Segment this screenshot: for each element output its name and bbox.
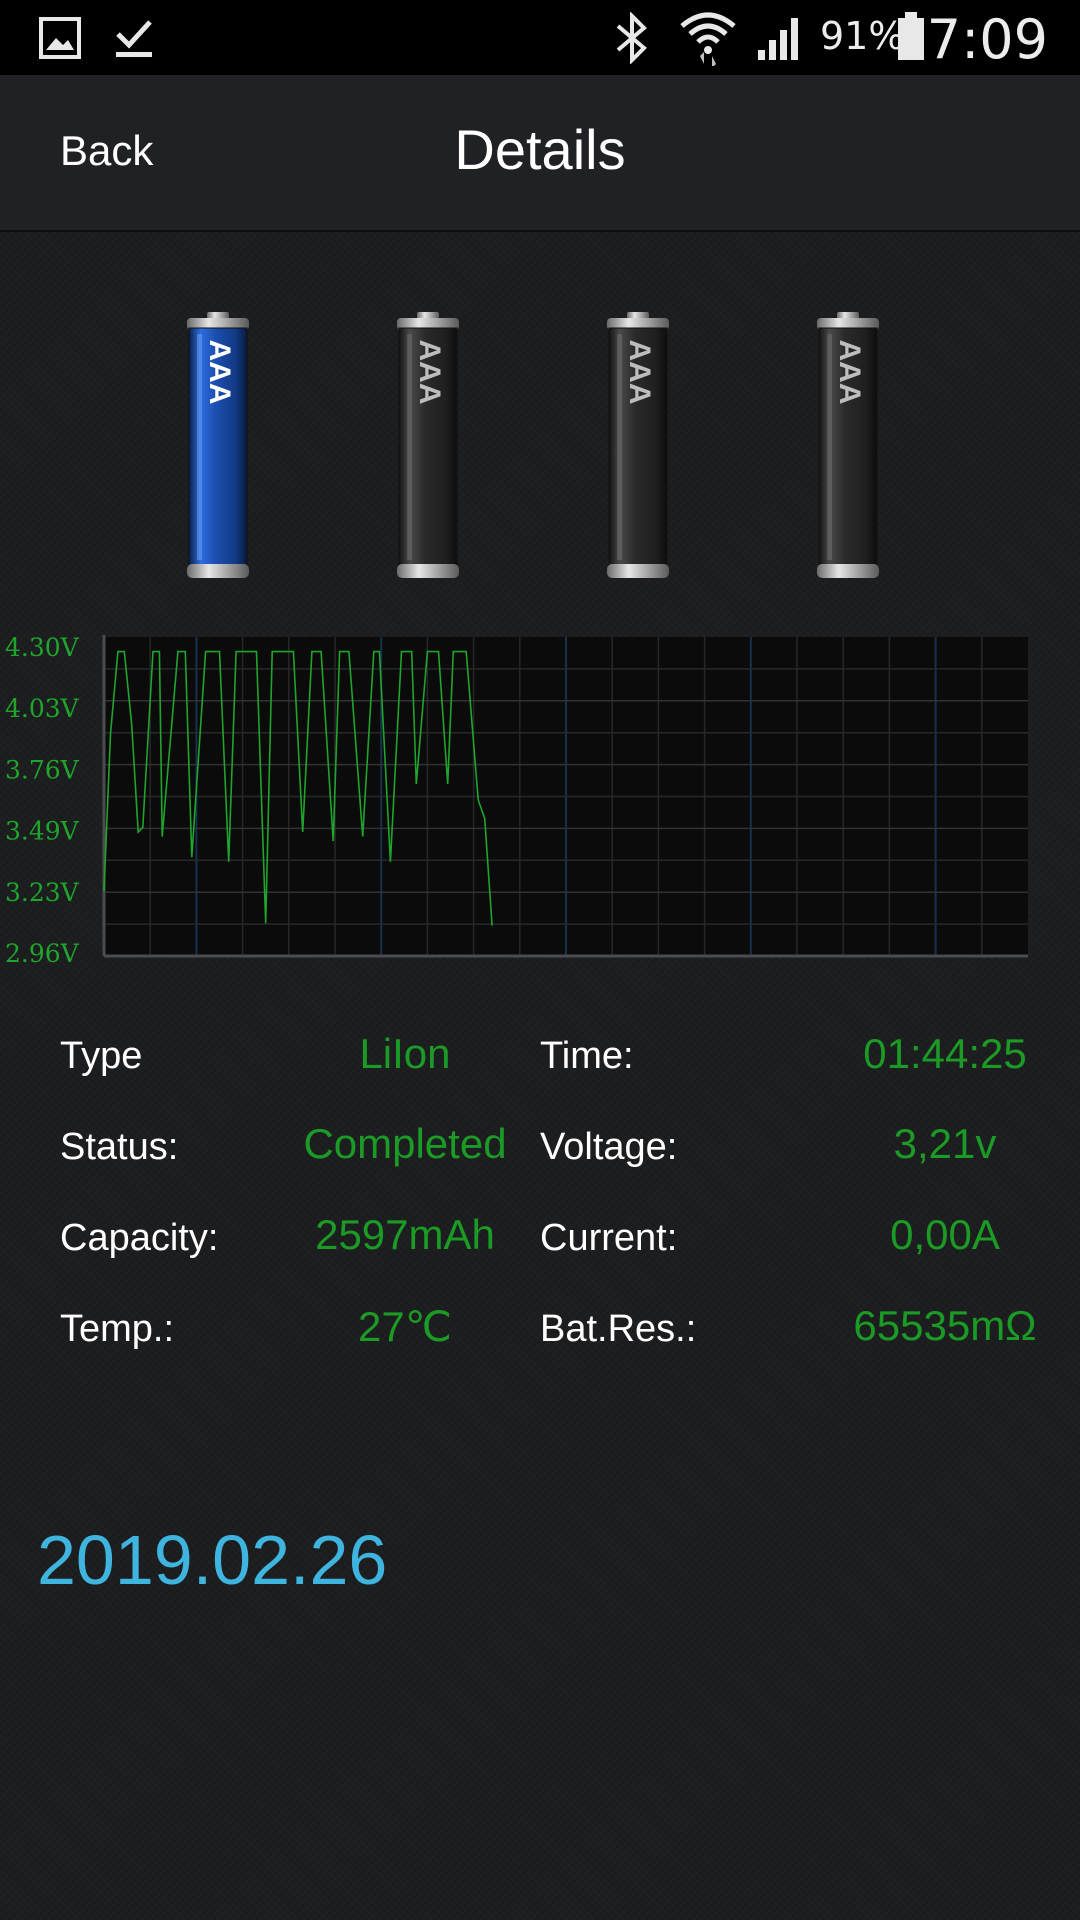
capacity-label: Capacity: <box>60 1217 219 1259</box>
battery-size-label: AAA <box>833 340 866 405</box>
chart-y-tick-label: 3.23V <box>5 878 80 907</box>
battery-slot-2[interactable]: AAA <box>393 312 463 584</box>
temp-label: Temp.: <box>60 1308 175 1350</box>
temp-value: 27℃ <box>358 1303 452 1350</box>
type-value: LiIon <box>359 1030 451 1077</box>
battery-size-label: AAA <box>623 340 656 405</box>
battery-slot-1[interactable]: AAA <box>183 312 253 584</box>
battery-icon: AAA <box>817 312 879 578</box>
status-bar: 91% 7:09 <box>0 0 1080 75</box>
bluetooth-icon <box>616 12 647 64</box>
current-value: 0,00A <box>890 1211 1000 1258</box>
chart-y-tick-label: 2.96V <box>5 939 80 968</box>
voltage-chart: 4.30V 4.03V 3.76V 3.49V 3.23V 2.96V <box>5 633 1028 968</box>
type-label: Type <box>60 1035 143 1077</box>
signal-icon <box>758 18 798 60</box>
battery-size-label: AAA <box>203 340 236 405</box>
time-label: Time: <box>540 1035 634 1077</box>
battery-slot-4[interactable]: AAA <box>813 312 883 584</box>
battery-icon <box>898 12 924 60</box>
current-label: Current: <box>540 1217 678 1259</box>
status-value: Completed <box>303 1120 507 1167</box>
chart-y-tick-label: 4.30V <box>5 633 80 662</box>
download-done-icon <box>116 20 152 57</box>
gallery-icon <box>39 17 81 59</box>
voltage-label: Voltage: <box>540 1126 678 1168</box>
battery-icon: AAA <box>607 312 669 578</box>
battery-icon: AAA <box>397 312 459 578</box>
battery-percent: 91% <box>820 14 905 58</box>
status-time: 7:09 <box>926 8 1048 71</box>
wifi-icon <box>680 12 736 66</box>
bat-res-value: 65535mΩ <box>853 1302 1037 1349</box>
voltage-value: 3,21v <box>893 1120 997 1167</box>
page-title: Details <box>454 118 626 181</box>
chart-y-tick-label: 3.76V <box>5 755 80 784</box>
bat-res-label: Bat.Res.: <box>540 1308 697 1350</box>
capacity-value: 2597mAh <box>315 1211 495 1258</box>
chart-y-tick-label: 4.03V <box>5 694 80 723</box>
record-date: 2019.02.26 <box>37 1521 388 1599</box>
chart-y-tick-label: 3.49V <box>5 817 80 846</box>
time-value: 01:44:25 <box>863 1030 1027 1077</box>
status-label: Status: <box>60 1126 179 1168</box>
header-bar: Back Details <box>0 75 1080 232</box>
battery-size-label: AAA <box>413 340 446 405</box>
battery-slot-3[interactable]: AAA <box>603 312 673 584</box>
battery-icon: AAA <box>187 312 249 578</box>
